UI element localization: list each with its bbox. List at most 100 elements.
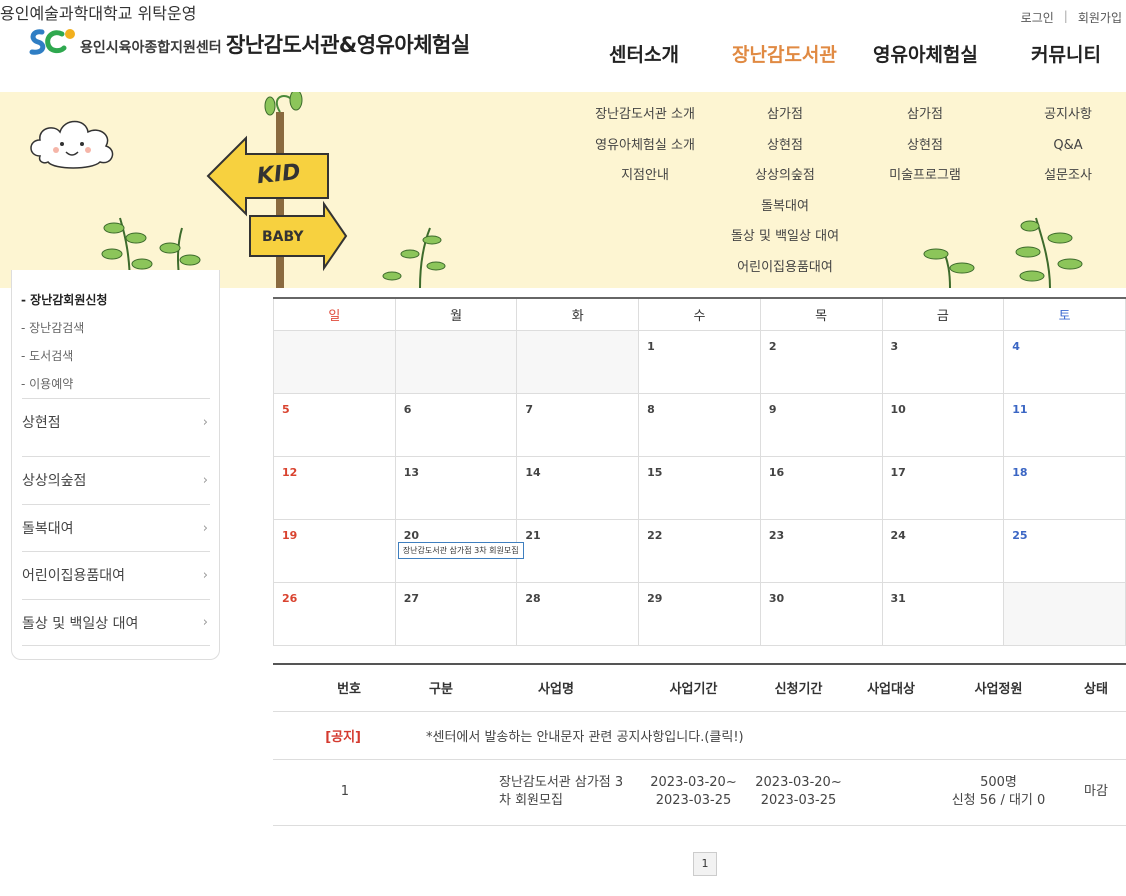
- calendar-day-cell[interactable]: 19: [273, 518, 396, 583]
- calendar-day-number: 31: [890, 591, 906, 605]
- calendar-day-number: 18: [1012, 465, 1028, 479]
- calendar-day-cell[interactable]: 4: [1003, 329, 1126, 394]
- row-apply-period: 2023-03-20~ 2023-03-25: [746, 759, 851, 826]
- col-header-apply-period: 신청기간: [746, 664, 851, 712]
- calendar-day-cell[interactable]: 13: [394, 455, 518, 520]
- menu-col-toy-library: 삼가점 상현점 상상의숲점 돌복대여 돌상 및 백일상 대여 어린이집용품대여: [705, 106, 865, 288]
- calendar-day-number: 7: [525, 402, 534, 416]
- menu-daycare-supplies-rental[interactable]: 어린이집용품대여: [705, 259, 865, 289]
- calendar-day-cell[interactable]: 8: [638, 392, 761, 457]
- sidebar-sub-book-search[interactable]: - 도서검색: [21, 347, 73, 364]
- program-calendar: 일 월 화 수 목 금 토 1 2 3 4 5 6 7 8 9 10 11 12 13 14 15 16 17 1…: [273, 297, 1126, 646]
- calendar-day-cell[interactable]: 27: [394, 581, 518, 646]
- calendar-day-cell[interactable]: 26: [273, 581, 396, 646]
- weekday-tue: 화: [516, 297, 640, 331]
- weekday-thu: 목: [759, 297, 883, 331]
- calendar-day-cell[interactable]: 6: [394, 392, 518, 457]
- calendar-day-number: 24: [890, 528, 906, 542]
- calendar-day-cell[interactable]: 9: [759, 392, 883, 457]
- calendar-day-cell[interactable]: 1: [638, 329, 761, 394]
- menu-dolbok-rental[interactable]: 돌복대여: [705, 198, 865, 229]
- menu-toy-library-intro[interactable]: 장난감도서관 소개: [570, 106, 720, 137]
- sidebar-sub-toy-search[interactable]: - 장난감검색: [21, 319, 84, 336]
- calendar-day-cell[interactable]: 28: [516, 581, 640, 646]
- quota-detail: 신청 56 / 대기 0: [951, 793, 1046, 808]
- list-header-row: 번호 구분 사업명 사업기간 신청기간 사업대상 사업정원 상태: [273, 664, 1126, 712]
- calendar-day-number: 11: [1012, 402, 1028, 416]
- calendar-day-number: 2: [768, 339, 777, 353]
- calendar-day-cell[interactable]: 24: [881, 518, 1005, 583]
- calendar-day-cell[interactable]: 5: [273, 392, 396, 457]
- menu-sanghyeon-branch[interactable]: 상현점: [705, 137, 865, 168]
- menu-survey[interactable]: 설문조사: [1025, 167, 1111, 198]
- sidebar-item-sanghyeon[interactable]: 상현점 ›: [22, 398, 210, 445]
- calendar-day-cell[interactable]: 23: [759, 518, 883, 583]
- calendar-day-cell[interactable]: 7: [516, 392, 640, 457]
- calendar-day-cell[interactable]: 31: [881, 581, 1005, 646]
- menu-notice[interactable]: 공지사항: [1025, 106, 1111, 137]
- plant-illustration-right-icon: [923, 217, 1083, 288]
- logo-center-name[interactable]: 용인시육아종합지원센터: [80, 37, 222, 57]
- calendar-day-cell[interactable]: 29: [638, 581, 761, 646]
- calendar-day-number: 29: [647, 591, 663, 605]
- calendar-day-cell[interactable]: 14: [516, 455, 640, 520]
- nav-community[interactable]: 커뮤니티: [1031, 40, 1101, 67]
- calendar-day-number: 1: [647, 339, 655, 353]
- row-no: 1: [273, 759, 411, 826]
- pagination-page-button[interactable]: 1: [693, 852, 717, 876]
- calendar-day-number: 8: [647, 402, 655, 416]
- calendar-day-cell[interactable]: 22: [638, 518, 761, 583]
- signup-link[interactable]: 회원가입: [1078, 9, 1122, 26]
- calendar-day-cell[interactable]: 2: [759, 329, 883, 394]
- site-logo[interactable]: [28, 26, 76, 58]
- notice-link[interactable]: *센터에서 발송하는 안내문자 관련 공지사항입니다.(클릭!): [411, 711, 1126, 760]
- sign-baby-text: BABY: [262, 229, 304, 245]
- calendar-day-number: 21: [525, 528, 541, 542]
- calendar-day-cell[interactable]: 16: [759, 455, 883, 520]
- sidebar-item-daycare-supplies[interactable]: 어린이집용품대여 ›: [22, 551, 210, 598]
- menu-art-program[interactable]: 미술프로그램: [865, 167, 985, 198]
- menu-infant-sanghyeon[interactable]: 상현점: [865, 137, 985, 168]
- calendar-day-cell[interactable]: 17: [881, 455, 1005, 520]
- table-row[interactable]: 1 장난감도서관 삼가점 3차 회원모집 2023-03-20~ 2023-03…: [273, 759, 1126, 826]
- row-program-name-link[interactable]: 장난감도서관 삼가점 3차 회원모집: [471, 759, 641, 826]
- sidebar-item-sangsang-forest[interactable]: 상상의숲점 ›: [22, 456, 210, 503]
- calendar-day-cell[interactable]: 21: [516, 518, 640, 583]
- menu-infant-samga[interactable]: 삼가점: [865, 106, 985, 137]
- sidebar-item-dolsang[interactable]: 돌상 및 백일상 대여 ›: [22, 599, 210, 646]
- login-link[interactable]: 로그인: [1021, 9, 1054, 26]
- calendar-event-link[interactable]: 장난감도서관 삼가점 3차 회원모집: [397, 541, 524, 559]
- calendar-day-cell[interactable]: 30: [759, 581, 883, 646]
- calendar-day-cell[interactable]: 20 장난감도서관 삼가점 3차 회원모집: [394, 518, 524, 583]
- chevron-right-icon: ›: [202, 567, 208, 583]
- calendar-day-number: 9: [768, 402, 777, 416]
- notice-row[interactable]: [공지] *센터에서 발송하는 안내문자 관련 공지사항입니다.(클릭!): [273, 711, 1126, 760]
- calendar-day-cell[interactable]: 25: [1003, 518, 1126, 583]
- calendar-day-number: 13: [403, 465, 420, 479]
- nav-infant-experience[interactable]: 영유아체험실: [873, 40, 978, 67]
- sidebar-item-dolbok[interactable]: 돌복대여 ›: [22, 504, 210, 551]
- site-title[interactable]: 장난감도서관&영유아체험실: [226, 29, 470, 59]
- menu-dolsang-rental[interactable]: 돌상 및 백일상 대여: [705, 228, 865, 259]
- calendar-day-cell[interactable]: 12: [273, 455, 396, 520]
- menu-samga-branch[interactable]: 삼가점: [705, 106, 865, 137]
- calendar-empty-cell: [516, 329, 640, 394]
- sidebar-sub-member-apply[interactable]: - 장난감회원신청: [21, 291, 107, 308]
- menu-infant-room-intro[interactable]: 영유아체험실 소개: [570, 137, 720, 168]
- col-header-name: 사업명: [471, 664, 641, 712]
- chevron-right-icon: ›: [202, 615, 208, 630]
- nav-center-intro[interactable]: 센터소개: [609, 40, 679, 67]
- sidebar-sub-reservation[interactable]: - 이용예약: [21, 375, 73, 392]
- calendar-day-cell[interactable]: 3: [881, 329, 1005, 394]
- menu-sangsang-forest-branch[interactable]: 상상의숲점: [705, 167, 865, 198]
- calendar-day-cell[interactable]: 15: [638, 455, 761, 520]
- col-header-quota: 사업정원: [931, 664, 1066, 712]
- calendar-day-cell[interactable]: 18: [1003, 455, 1126, 520]
- calendar-body: 1 2 3 4 5 6 7 8 9 10 11 12 13 14 15 16 17 18 19 20 장난감도서관 삼가…: [273, 329, 1126, 646]
- nav-toy-library[interactable]: 장난감도서관: [732, 40, 837, 67]
- calendar-day-cell[interactable]: 11: [1003, 392, 1126, 457]
- calendar-day-cell[interactable]: 10: [881, 392, 1005, 457]
- menu-branch-info[interactable]: 지점안내: [570, 167, 720, 198]
- plant-illustration-mid-icon: [382, 227, 446, 288]
- menu-qna[interactable]: Q&A: [1025, 137, 1111, 168]
